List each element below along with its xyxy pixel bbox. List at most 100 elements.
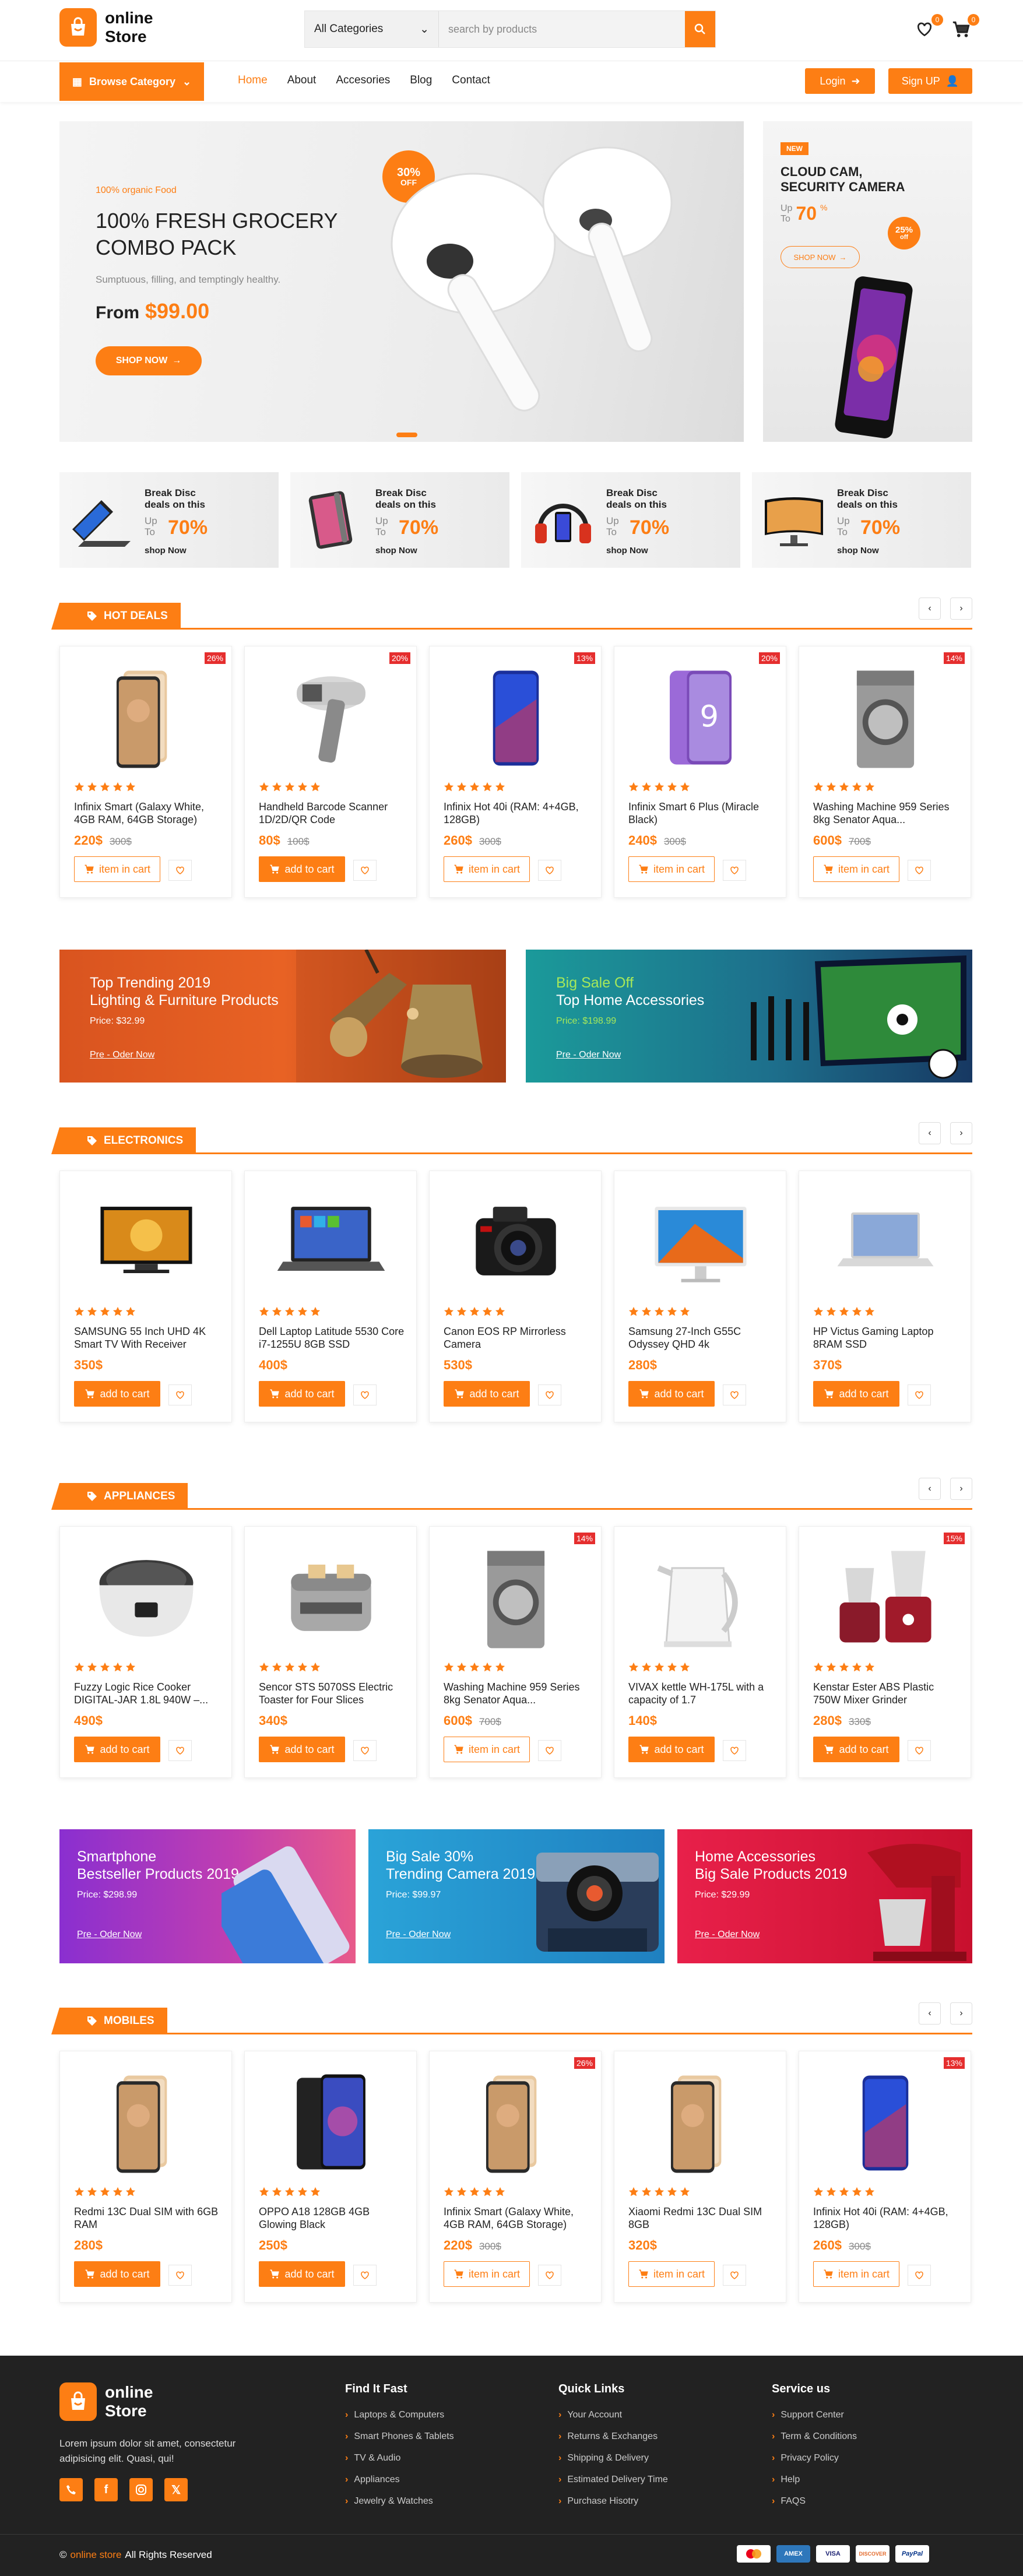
- product-card[interactable]: Redmi 13C Dual SIM with 6GB RAM 280$ add t…: [59, 2051, 232, 2303]
- phone-gold-image[interactable]: [83, 2063, 209, 2180]
- add-to-cart-button[interactable]: add to cart: [444, 1381, 530, 1407]
- wishlist-toggle[interactable]: [168, 1740, 192, 1761]
- carousel-prev-button[interactable]: ‹: [919, 1478, 941, 1500]
- tv-image[interactable]: [83, 1183, 209, 1299]
- product-card[interactable]: Canon EOS RP Mirrorless Camera 530$ add to…: [429, 1171, 602, 1422]
- wishlist-toggle[interactable]: [908, 860, 931, 881]
- kettle-image[interactable]: [638, 1538, 764, 1655]
- product-card[interactable]: 26% Infinix Smart (Galaxy White, 4GB RAM,…: [59, 646, 232, 898]
- hero-side-shop-now-button[interactable]: SHOP NOW →: [781, 246, 860, 268]
- add-to-cart-button[interactable]: add to cart: [74, 1737, 160, 1762]
- carousel-next-button[interactable]: ›: [950, 1478, 972, 1500]
- promo-box[interactable]: Break Disc deals on this Up To 70% shop Now: [521, 472, 740, 568]
- product-name[interactable]: Infinix Smart (Galaxy White, 4GB RAM, 64…: [74, 800, 222, 826]
- rice-cooker-image[interactable]: [83, 1538, 209, 1655]
- product-name[interactable]: Infinix Hot 40i (RAM: 4+4GB, 128GB): [813, 2205, 961, 2231]
- phone-icon[interactable]: [59, 2478, 83, 2501]
- wishlist-toggle[interactable]: [538, 1384, 561, 1405]
- add-to-cart-button[interactable]: add to cart: [259, 856, 345, 882]
- banner-lighting-preorder-link[interactable]: Pre - Oder Now: [90, 1050, 154, 1060]
- camera-image[interactable]: [453, 1183, 579, 1299]
- wishlist-toggle[interactable]: [168, 860, 192, 881]
- add-to-cart-button[interactable]: add to cart: [813, 1381, 899, 1407]
- footer-link[interactable]: Laptops & Computers: [345, 2410, 454, 2420]
- item-in-cart-button[interactable]: item in cart: [74, 856, 160, 882]
- promo-shop-now-link[interactable]: shop Now: [606, 546, 648, 556]
- product-name[interactable]: Infinix Smart (Galaxy White, 4GB RAM, 64…: [444, 2205, 592, 2231]
- product-card[interactable]: Fuzzy Logic Rice Cooker DIGITAL-JAR 1.8L…: [59, 1526, 232, 1778]
- category-select[interactable]: All Categories ⌄: [305, 11, 439, 47]
- carousel-prev-button[interactable]: ‹: [919, 2002, 941, 2025]
- nav-link-contact[interactable]: Contact: [452, 74, 490, 87]
- footer-link[interactable]: Smart Phones & Tablets: [345, 2431, 454, 2442]
- product-name[interactable]: Redmi 13C Dual SIM with 6GB RAM: [74, 2205, 222, 2231]
- item-in-cart-button[interactable]: item in cart: [444, 2261, 530, 2287]
- nav-link-blog[interactable]: Blog: [410, 74, 432, 87]
- add-to-cart-button[interactable]: add to cart: [628, 1737, 715, 1762]
- carousel-prev-button[interactable]: ‹: [919, 1122, 941, 1144]
- product-name[interactable]: SAMSUNG 55 Inch UHD 4K Smart TV With Rec…: [74, 1325, 222, 1351]
- product-card[interactable]: Xiaomi Redmi 13C Dual SIM 8GB 320$ item in…: [614, 2051, 786, 2303]
- wishlist-toggle[interactable]: [353, 1384, 377, 1405]
- cart-button[interactable]: 0: [951, 14, 979, 41]
- product-name[interactable]: Xiaomi Redmi 13C Dual SIM 8GB: [628, 2205, 776, 2231]
- banner-lighting[interactable]: Top Trending 2019 Lighting & Furniture P…: [59, 950, 506, 1083]
- laptop-image[interactable]: [268, 1183, 394, 1299]
- add-to-cart-button[interactable]: add to cart: [74, 1381, 160, 1407]
- wishlist-button[interactable]: 0: [915, 14, 943, 41]
- carousel-prev-button[interactable]: ‹: [919, 598, 941, 620]
- footer-link[interactable]: Estimated Delivery Time: [558, 2475, 668, 2485]
- wishlist-toggle[interactable]: [353, 860, 377, 881]
- product-name[interactable]: Kenstar Ester ABS Plastic 750W Mixer Gri…: [813, 1681, 961, 1706]
- product-card[interactable]: 20% Handheld Barcode Scanner 1D/2D/QR Cod…: [244, 646, 417, 898]
- item-in-cart-button[interactable]: item in cart: [444, 1737, 530, 1762]
- product-name[interactable]: HP Victus Gaming Laptop 8RAM SSD: [813, 1325, 961, 1351]
- x-twitter-icon[interactable]: 𝕏: [164, 2478, 188, 2501]
- product-name[interactable]: Washing Machine 959 Series 8kg Senator A…: [444, 1681, 592, 1706]
- product-card[interactable]: Samsung 27-Inch G55C Odyssey QHD 4k 280$ a…: [614, 1171, 786, 1422]
- banner-smartphone[interactable]: Smartphone Bestseller Products 2019 Pric…: [59, 1829, 356, 1963]
- instagram-icon[interactable]: [129, 2478, 153, 2501]
- slider-dot-active[interactable]: [396, 433, 417, 437]
- carousel-next-button[interactable]: ›: [950, 598, 972, 620]
- phone-gold-image[interactable]: [453, 2063, 579, 2180]
- product-name[interactable]: Samsung 27-Inch G55C Odyssey QHD 4k: [628, 1325, 776, 1351]
- copyright-brand[interactable]: online store: [71, 2549, 122, 2561]
- phone-purple-image[interactable]: 9: [638, 658, 764, 775]
- wishlist-toggle[interactable]: [723, 2265, 746, 2286]
- banner-home-accessories[interactable]: Big Sale Off Top Home Accessories Price:…: [526, 950, 972, 1083]
- footer-logo[interactable]: online Store: [59, 2382, 153, 2421]
- phone-blue-image[interactable]: [822, 2063, 948, 2180]
- product-name[interactable]: VIVAX kettle WH-175L with a capacity of …: [628, 1681, 776, 1706]
- product-card[interactable]: SAMSUNG 55 Inch UHD 4K Smart TV With Rec…: [59, 1171, 232, 1422]
- product-card[interactable]: 26% Infinix Smart (Galaxy White, 4GB RAM,…: [429, 2051, 602, 2303]
- product-card[interactable]: Dell Laptop Latitude 5530 Core i7-1255U …: [244, 1171, 417, 1422]
- product-name[interactable]: OPPO A18 128GB 4GB Glowing Black: [259, 2205, 407, 2231]
- banner-camera[interactable]: Big Sale 30% Trending Camera 2019 Price:…: [368, 1829, 665, 1963]
- product-name[interactable]: Washing Machine 959 Series 8kg Senator A…: [813, 800, 961, 826]
- facebook-icon[interactable]: f: [94, 2478, 118, 2501]
- promo-box[interactable]: Break Disc deals on this Up To 70% shop Now: [752, 472, 971, 568]
- product-name[interactable]: Sencor STS 5070SS Electric Toaster for F…: [259, 1681, 407, 1706]
- product-card[interactable]: OPPO A18 128GB 4GB Glowing Black 250$ add …: [244, 2051, 417, 2303]
- product-name[interactable]: Dell Laptop Latitude 5530 Core i7-1255U …: [259, 1325, 407, 1351]
- product-name[interactable]: Infinix Hot 40i (RAM: 4+4GB, 128GB): [444, 800, 592, 826]
- wishlist-toggle[interactable]: [538, 2265, 561, 2286]
- promo-shop-now-link[interactable]: shop Now: [375, 546, 417, 556]
- carousel-next-button[interactable]: ›: [950, 1122, 972, 1144]
- footer-link[interactable]: Returns & Exchanges: [558, 2431, 668, 2442]
- wishlist-toggle[interactable]: [353, 2265, 377, 2286]
- product-card[interactable]: 14% Washing Machine 959 Series 8kg Senato…: [429, 1526, 602, 1778]
- footer-link[interactable]: Support Center: [772, 2410, 857, 2420]
- item-in-cart-button[interactable]: item in cart: [444, 856, 530, 882]
- hero-slider[interactable]: 100% organic Food 100% FRESH GROCERY COM…: [59, 121, 744, 442]
- product-card[interactable]: 14% Washing Machine 959 Series 8kg Senato…: [799, 646, 971, 898]
- wishlist-toggle[interactable]: [723, 1740, 746, 1761]
- nav-link-home[interactable]: Home: [238, 74, 268, 87]
- toaster-image[interactable]: [268, 1538, 394, 1655]
- wishlist-toggle[interactable]: [538, 860, 561, 881]
- add-to-cart-button[interactable]: add to cart: [259, 1381, 345, 1407]
- wishlist-toggle[interactable]: [723, 860, 746, 881]
- promo-shop-now-link[interactable]: shop Now: [837, 546, 879, 556]
- footer-link[interactable]: TV & Audio: [345, 2453, 454, 2463]
